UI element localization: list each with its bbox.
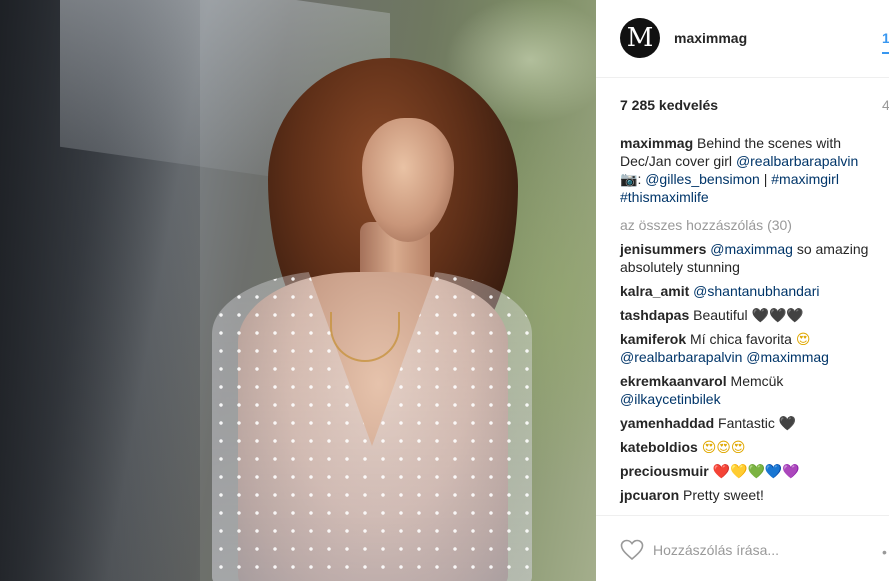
heart-eyes-emoji-icon: 😍😍😍	[701, 439, 746, 455]
comment-item: tashdapas Beautiful 🖤🖤🖤	[620, 306, 880, 324]
post-caption: maximmag Behind the scenes with Dec/Jan …	[620, 134, 880, 206]
comment-user[interactable]: preciousmuir	[620, 463, 709, 479]
comment-mention[interactable]: @maximmag	[710, 241, 793, 257]
comment-text: Mí chica favorita	[686, 331, 796, 347]
post-photo[interactable]	[0, 0, 596, 581]
comment-item: preciousmuir ❤️💛💚💙💜	[620, 462, 880, 480]
comment-user[interactable]: jenisummers	[620, 241, 706, 257]
comment-item: jenisummers @maximmag so amazing absolut…	[620, 240, 880, 276]
comment-user[interactable]: kalra_amit	[620, 283, 689, 299]
comment-text: Memcük	[726, 373, 784, 389]
comment-item: kalra_amit @shantanubhandari	[620, 282, 880, 300]
caption-hashtag[interactable]: #maximgirl	[771, 171, 839, 187]
comment-user[interactable]: ekremkaanvarol	[620, 373, 727, 389]
comment-mention[interactable]: @maximmag	[746, 349, 829, 365]
follow-button[interactable]: 1	[882, 30, 889, 46]
camera-icon: 📷	[620, 171, 638, 187]
comment-mention[interactable]: @realbarbarapalvin	[620, 349, 742, 365]
heart-emoji-icon: 🖤	[778, 415, 797, 431]
comment-user[interactable]: kateboldios	[620, 439, 698, 455]
likes-count[interactable]: 7 285 kedvelés	[620, 97, 718, 113]
caption-mention-photographer[interactable]: @gilles_bensimon	[645, 171, 760, 187]
comment-text: Pretty sweet!	[679, 487, 764, 503]
caption-separator: |	[759, 171, 772, 187]
comment-user[interactable]: jpcuaron	[620, 487, 679, 503]
comment-text: Fantastic	[714, 415, 779, 431]
more-options-icon[interactable]: •	[882, 544, 887, 560]
comment-footer: Hozzászólás írása... •	[596, 515, 889, 581]
post-sidebar: M maximmag 1 7 285 kedvelés 4 maximmag B…	[596, 0, 889, 581]
post-username[interactable]: maximmag	[674, 30, 747, 46]
comment-input[interactable]: Hozzászólás írása...	[653, 542, 779, 558]
comment-item: kamiferok Mí chica favorita 😍 @realbarba…	[620, 330, 880, 366]
post-header: M maximmag 1	[596, 0, 889, 78]
comment-user[interactable]: yamenhaddad	[620, 415, 714, 431]
comment-text: Beautiful	[689, 307, 752, 323]
comment-user[interactable]: kamiferok	[620, 331, 686, 347]
comment-user[interactable]: tashdapas	[620, 307, 689, 323]
all-comments-link[interactable]: az összes hozzászólás (30)	[620, 216, 880, 234]
heart-outline-icon[interactable]	[620, 538, 644, 562]
comments-list: maximmag Behind the scenes with Dec/Jan …	[620, 134, 880, 510]
comment-item: jpcuaron Pretty sweet!	[620, 486, 880, 504]
avatar[interactable]: M	[620, 18, 660, 58]
colored-hearts-emoji-icon: ❤️💛💚💙💜	[712, 463, 800, 479]
heart-eyes-emoji-icon: 😍	[795, 331, 811, 347]
caption-user[interactable]: maximmag	[620, 135, 693, 151]
post-date: 4	[882, 97, 889, 113]
comment-mention[interactable]: @shantanubhandari	[693, 283, 819, 299]
follow-underline	[882, 52, 889, 54]
comment-item: yamenhaddad Fantastic 🖤	[620, 414, 880, 432]
caption-hashtag[interactable]: #thismaximlife	[620, 189, 709, 205]
comment-mention[interactable]: @ilkaycetinbilek	[620, 391, 721, 407]
heart-emoji-icon: 🖤🖤🖤	[751, 307, 804, 323]
caption-mention[interactable]: @realbarbarapalvin	[736, 153, 858, 169]
comment-item: ekremkaanvarol Memcük @ilkaycetinbilek	[620, 372, 880, 408]
comment-item: kateboldios 😍😍😍	[620, 438, 880, 456]
